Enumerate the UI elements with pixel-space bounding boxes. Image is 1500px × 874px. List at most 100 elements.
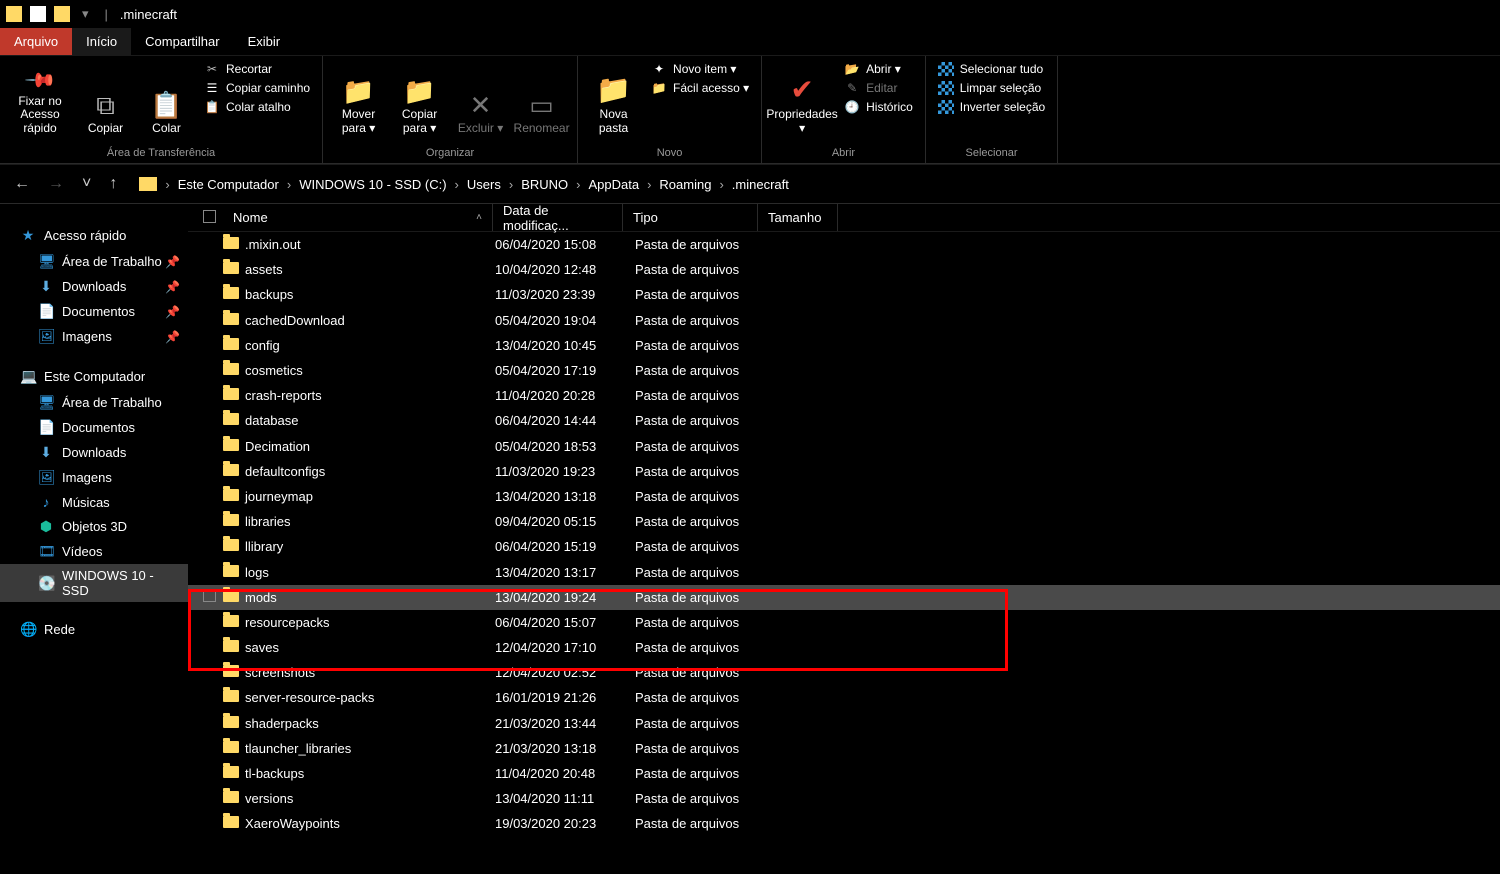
forward-button[interactable]: → [44,173,68,195]
breadcrumb-item[interactable]: BRUNO [517,175,572,194]
sidebar-item-downloads[interactable]: ⬇Downloads📌 [0,274,188,299]
pin-to-quick-access-button[interactable]: 📌 Fixar no Acesso rápido [8,60,72,136]
row-checkbox[interactable] [203,589,223,605]
sidebar-item-music[interactable]: ♪Músicas [0,490,188,514]
breadcrumb[interactable]: › Este Computador › WINDOWS 10 - SSD (C:… [131,171,1490,198]
file-row[interactable]: XaeroWaypoints19/03/2020 20:23Pasta de a… [188,811,1500,836]
file-row[interactable]: cachedDownload05/04/2020 19:04Pasta de a… [188,308,1500,333]
file-row[interactable]: saves12/04/2020 17:10Pasta de arquivos [188,635,1500,660]
label: Este Computador [44,369,145,384]
breadcrumb-item[interactable]: Users [463,175,505,194]
file-type: Pasta de arquivos [635,565,775,580]
tab-view[interactable]: Exibir [234,28,295,55]
file-row[interactable]: cosmetics05/04/2020 17:19Pasta de arquiv… [188,358,1500,383]
chevron-right-icon[interactable]: › [719,177,723,192]
file-row[interactable]: resourcepacks06/04/2020 15:07Pasta de ar… [188,610,1500,635]
easy-access-button[interactable]: 📁Fácil acesso ▾ [647,79,753,97]
file-row[interactable]: backups11/03/2020 23:39Pasta de arquivos [188,282,1500,307]
select-none-button[interactable]: Limpar seleção [934,79,1049,97]
chevron-right-icon[interactable]: › [287,177,291,192]
copy-path-button[interactable]: ☰Copiar caminho [200,79,314,97]
file-date: 05/04/2020 19:04 [495,313,635,328]
file-row[interactable]: tl-backups11/04/2020 20:48Pasta de arqui… [188,761,1500,786]
sidebar-network[interactable]: 🌐 Rede [0,616,188,643]
sidebar-item-documents[interactable]: 📄Documentos📌 [0,299,188,324]
chevron-right-icon[interactable]: › [455,177,459,192]
new-item-button[interactable]: ✦Novo item ▾ [647,60,753,78]
file-row[interactable]: Decimation05/04/2020 18:53Pasta de arqui… [188,434,1500,459]
invert-selection-button[interactable]: Inverter seleção [934,98,1049,116]
sidebar: ★ Acesso rápido 🖥Área de Trabalho📌 ⬇Down… [0,204,188,874]
copy-to-button[interactable]: 📁 Copiar para ▾ [392,60,447,136]
file-row[interactable]: llibrary06/04/2020 15:19Pasta de arquivo… [188,534,1500,559]
column-size[interactable]: Tamanho [758,204,838,231]
ribbon-group-open: ✔ Propriedades▾ 📂Abrir ▾ ✎Editar 🕘Histór… [762,56,926,163]
open-button[interactable]: 📂Abrir ▾ [840,60,917,78]
breadcrumb-item[interactable]: Este Computador [174,175,283,194]
back-button[interactable]: ← [10,173,34,195]
file-row[interactable]: mods13/04/2020 19:24Pasta de arquivos [188,585,1500,610]
paste-shortcut-button[interactable]: 📋Colar atalho [200,98,314,116]
file-row[interactable]: screenshots12/04/2020 02:52Pasta de arqu… [188,660,1500,685]
breadcrumb-item[interactable]: WINDOWS 10 - SSD (C:) [295,175,450,194]
file-row[interactable]: .mixin.out06/04/2020 15:08Pasta de arqui… [188,232,1500,257]
sidebar-item-3d-objects[interactable]: ⬢Objetos 3D [0,514,188,539]
sidebar-this-pc[interactable]: 💻 Este Computador [0,363,188,390]
ribbon-tabs: Arquivo Início Compartilhar Exibir [0,28,1500,56]
file-row[interactable]: libraries09/04/2020 05:15Pasta de arquiv… [188,509,1500,534]
file-type: Pasta de arquivos [635,791,775,806]
folder-icon [223,816,245,831]
file-row[interactable]: crash-reports11/04/2020 20:28Pasta de ar… [188,383,1500,408]
copy-button[interactable]: ⧉ Copiar [78,60,133,136]
breadcrumb-item[interactable]: AppData [584,175,643,194]
file-row[interactable]: logs13/04/2020 13:17Pasta de arquivos [188,559,1500,584]
recent-locations-button[interactable]: ˅ [78,173,95,195]
cut-button[interactable]: ✂Recortar [200,60,314,78]
sidebar-item-pictures[interactable]: 🖼Imagens [0,465,188,490]
file-date: 05/04/2020 18:53 [495,439,635,454]
file-row[interactable]: tlauncher_libraries21/03/2020 13:18Pasta… [188,736,1500,761]
tab-home[interactable]: Início [72,28,131,55]
up-button[interactable]: ↑ [105,173,121,195]
edit-button[interactable]: ✎Editar [840,79,917,97]
chevron-right-icon[interactable]: › [576,177,580,192]
file-row[interactable]: database06/04/2020 14:44Pasta de arquivo… [188,408,1500,433]
column-type[interactable]: Tipo [623,204,758,231]
column-name[interactable]: Nome˄ [223,204,493,231]
sidebar-item-pictures[interactable]: 🖼Imagens📌 [0,324,188,349]
file-date: 12/04/2020 17:10 [495,640,635,655]
sidebar-item-desktop[interactable]: 🖥Área de Trabalho📌 [0,249,188,274]
qat-dropdown-icon[interactable]: ▾ [82,6,89,22]
chevron-right-icon[interactable]: › [509,177,513,192]
sidebar-item-drive-c[interactable]: 💽WINDOWS 10 - SSD [0,564,188,602]
rename-button[interactable]: ▭ Renomear [514,60,569,136]
properties-button[interactable]: ✔ Propriedades▾ [770,60,834,136]
paste-button[interactable]: 📋 Colar [139,60,194,136]
tab-file[interactable]: Arquivo [0,28,72,55]
sidebar-item-videos[interactable]: 🎞Vídeos [0,539,188,564]
new-folder-button[interactable]: 📁 Nova pasta [586,60,641,136]
file-row[interactable]: versions13/04/2020 11:11Pasta de arquivo… [188,786,1500,811]
file-row[interactable]: defaultconfigs11/03/2020 19:23Pasta de a… [188,459,1500,484]
move-to-button[interactable]: 📁 Mover para ▾ [331,60,386,136]
sidebar-item-documents[interactable]: 📄Documentos [0,415,188,440]
chevron-right-icon[interactable]: › [165,177,169,192]
delete-button[interactable]: ✕ Excluir ▾ [453,60,508,136]
chevron-right-icon[interactable]: › [647,177,651,192]
select-all-checkbox[interactable] [203,210,223,226]
file-row[interactable]: journeymap13/04/2020 13:18Pasta de arqui… [188,484,1500,509]
column-date[interactable]: Data de modificaç... [493,204,623,231]
select-all-button[interactable]: Selecionar tudo [934,60,1049,78]
file-row[interactable]: shaderpacks21/03/2020 13:44Pasta de arqu… [188,711,1500,736]
sidebar-item-desktop[interactable]: 🖥Área de Trabalho [0,390,188,415]
file-row[interactable]: assets10/04/2020 12:48Pasta de arquivos [188,257,1500,282]
breadcrumb-item[interactable]: .minecraft [728,175,793,194]
file-row[interactable]: config13/04/2020 10:45Pasta de arquivos [188,333,1500,358]
ribbon-group-new: 📁 Nova pasta ✦Novo item ▾ 📁Fácil acesso … [578,56,762,163]
tab-share[interactable]: Compartilhar [131,28,233,55]
history-button[interactable]: 🕘Histórico [840,98,917,116]
file-row[interactable]: server-resource-packs16/01/2019 21:26Pas… [188,685,1500,710]
sidebar-quick-access[interactable]: ★ Acesso rápido [0,222,188,249]
sidebar-item-downloads[interactable]: ⬇Downloads [0,440,188,465]
breadcrumb-item[interactable]: Roaming [655,175,715,194]
